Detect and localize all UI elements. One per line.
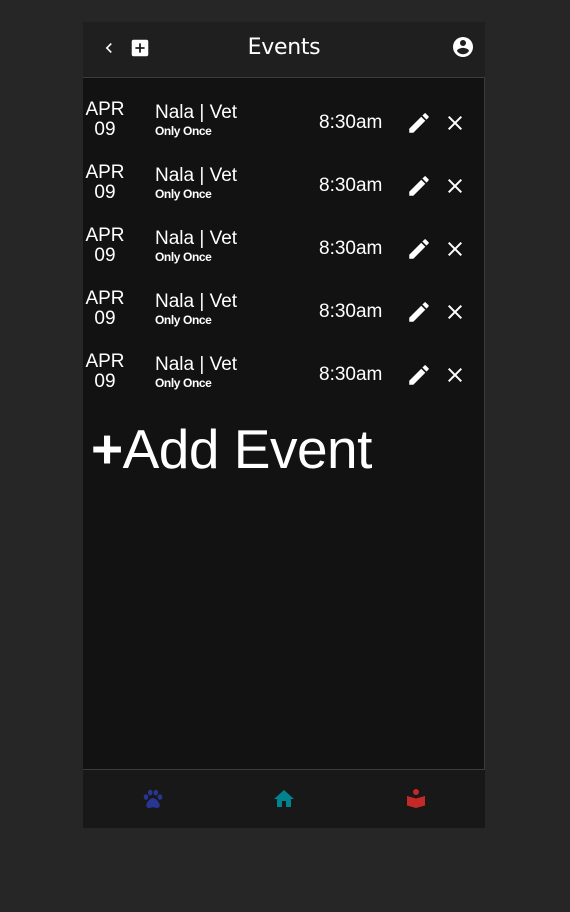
page-title: Events	[247, 35, 321, 60]
edit-pencil-icon[interactable]	[406, 173, 432, 199]
delete-close-icon[interactable]	[443, 174, 467, 198]
event-frequency: Only Once	[155, 187, 212, 201]
event-time: 8:30am	[319, 238, 383, 259]
event-name: Nala | Vet	[155, 354, 238, 375]
event-frequency: Only Once	[155, 124, 212, 138]
edit-pencil-icon[interactable]	[406, 299, 432, 325]
event-row[interactable]: APR 09 Nala | Vet Only Once 8:30am	[83, 226, 485, 289]
event-day: 09	[94, 308, 116, 329]
event-date: APR 09	[83, 352, 127, 392]
delete-close-icon[interactable]	[443, 237, 467, 261]
event-date: APR 09	[83, 226, 127, 266]
event-month: APR	[85, 288, 125, 309]
app-screen: Events APR 09 Nala | Vet Only Once 8:30a…	[83, 22, 485, 828]
event-row[interactable]: APR 09 Nala | Vet Only Once 8:30am	[83, 163, 485, 226]
event-list: APR 09 Nala | Vet Only Once 8:30am APR 0…	[83, 100, 485, 415]
top-app-bar: Events	[83, 22, 485, 78]
add-plus: +	[91, 418, 123, 480]
event-date: APR 09	[83, 100, 127, 140]
event-time: 8:30am	[319, 301, 383, 322]
event-month: APR	[85, 162, 125, 183]
event-month: APR	[85, 99, 125, 120]
event-month: APR	[85, 225, 125, 246]
edit-pencil-icon[interactable]	[406, 362, 432, 388]
event-month: APR	[85, 351, 125, 372]
add-event-label: Add Event	[122, 418, 373, 480]
event-date: APR 09	[83, 163, 127, 203]
event-frequency: Only Once	[155, 376, 212, 390]
event-row[interactable]: APR 09 Nala | Vet Only Once 8:30am	[83, 352, 485, 415]
edit-pencil-icon[interactable]	[406, 236, 432, 262]
event-day: 09	[94, 371, 116, 392]
book-reader-icon[interactable]	[404, 787, 428, 811]
home-icon[interactable]	[272, 787, 296, 811]
event-name: Nala | Vet	[155, 165, 238, 186]
event-frequency: Only Once	[155, 250, 212, 264]
bottom-navigation	[83, 769, 485, 828]
event-row[interactable]: APR 09 Nala | Vet Only Once 8:30am	[83, 289, 485, 352]
event-name: Nala | Vet	[155, 102, 238, 123]
event-name: Nala | Vet	[155, 228, 238, 249]
event-day: 09	[94, 245, 116, 266]
event-time: 8:30am	[319, 364, 383, 385]
event-day: 09	[94, 119, 116, 140]
event-frequency: Only Once	[155, 313, 212, 327]
edit-pencil-icon[interactable]	[406, 110, 432, 136]
delete-close-icon[interactable]	[443, 111, 467, 135]
event-name: Nala | Vet	[155, 291, 238, 312]
add-event-button[interactable]: +Add Event	[91, 414, 372, 484]
event-time: 8:30am	[319, 112, 383, 133]
event-row[interactable]: APR 09 Nala | Vet Only Once 8:30am	[83, 100, 485, 163]
account-circle-icon[interactable]	[451, 35, 475, 59]
paw-icon[interactable]	[141, 787, 165, 811]
delete-close-icon[interactable]	[443, 363, 467, 387]
event-time: 8:30am	[319, 175, 383, 196]
event-date: APR 09	[83, 289, 127, 329]
delete-close-icon[interactable]	[443, 300, 467, 324]
event-day: 09	[94, 182, 116, 203]
